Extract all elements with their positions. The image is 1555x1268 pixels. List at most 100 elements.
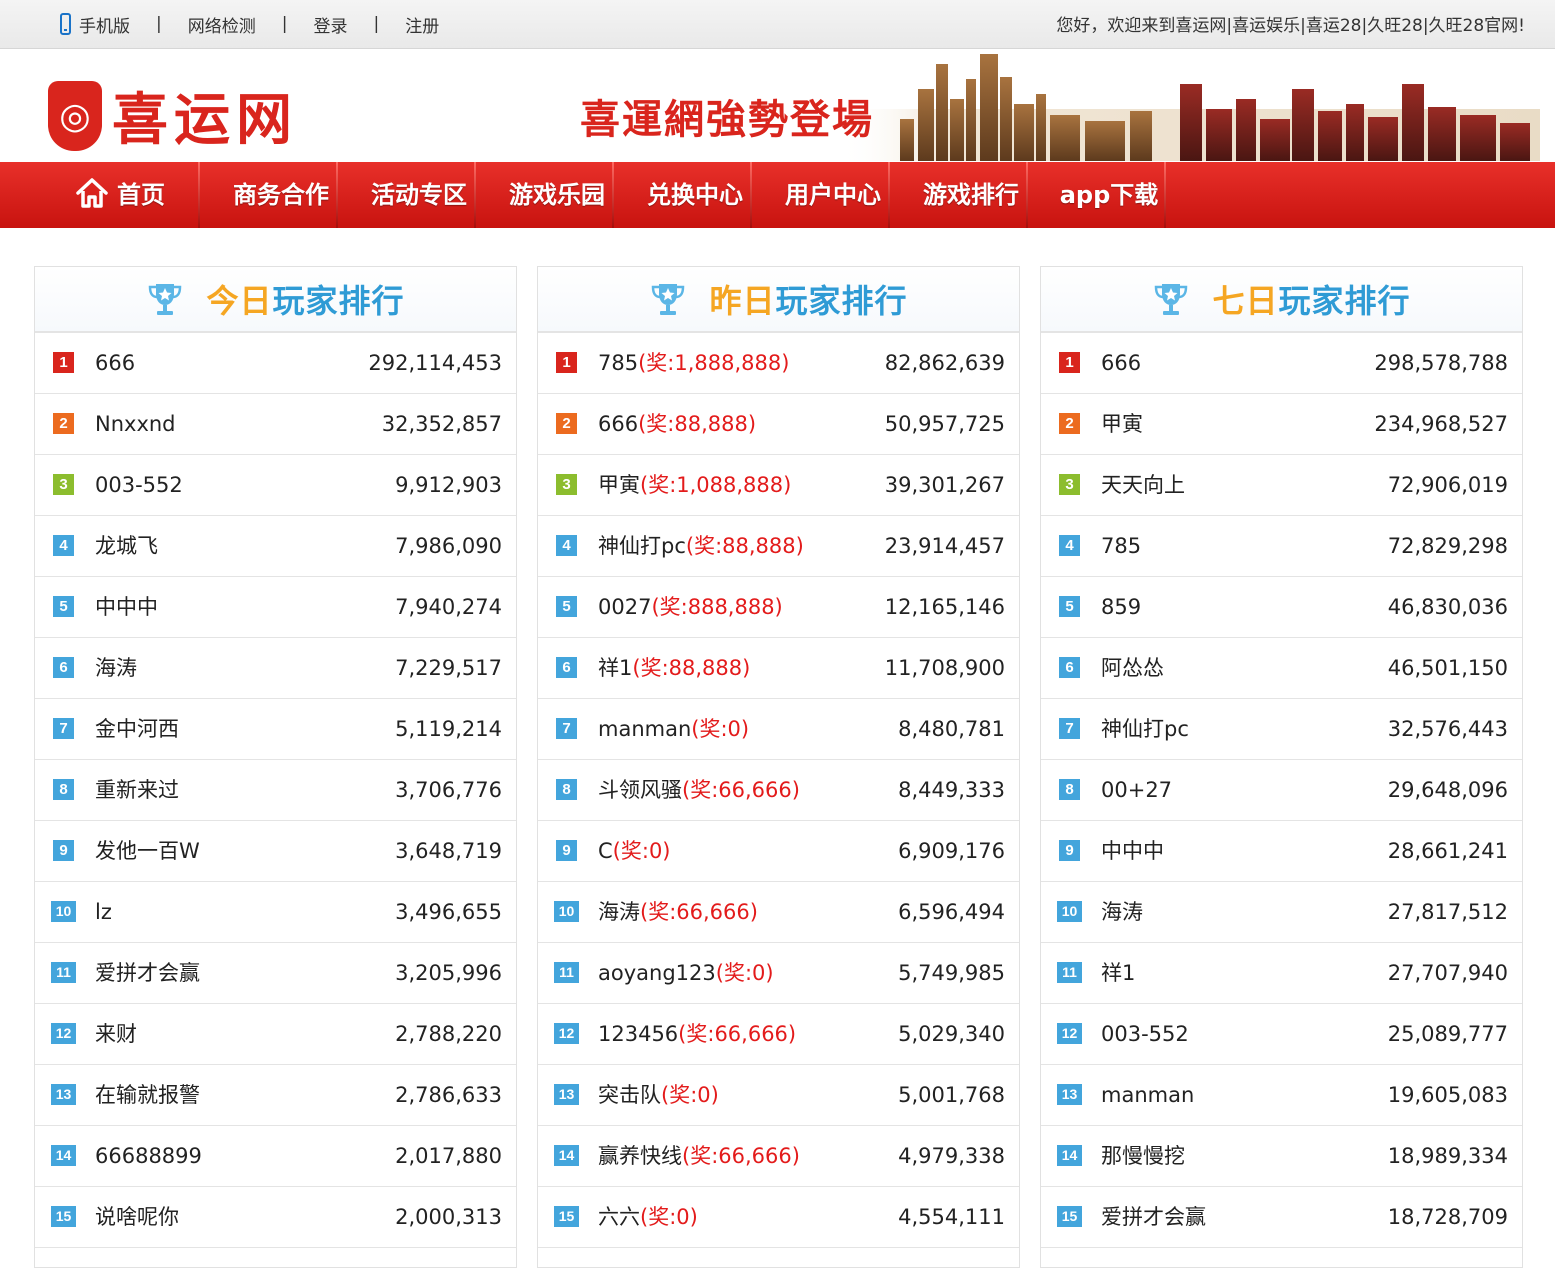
player-name: 66688899 <box>95 1144 202 1168</box>
player-name-cell: 祥1 <box>1101 943 1135 1003</box>
player-name-cell: 爱拼才会赢 <box>1101 1187 1206 1247</box>
panel-title: 七日玩家排行 <box>1212 276 1410 322</box>
nav-home-label: 首页 <box>117 181 165 209</box>
player-name-cell: 666 <box>95 333 135 393</box>
panel-title-period: 七日 <box>1212 282 1279 320</box>
ranking-row: 5 0027(奖:888,888) 12,165,146 <box>538 577 1019 638</box>
player-prize: (奖:888,888) <box>651 595 783 619</box>
nav-exchange[interactable]: 兑换中心 <box>626 162 764 228</box>
player-name: 859 <box>1101 595 1142 619</box>
player-score: 2,017,880 <box>395 1144 502 1168</box>
rank-badge: 9 <box>1059 840 1080 861</box>
rank-badge: 5 <box>1059 596 1080 617</box>
nav-games[interactable]: 游戏乐园 <box>488 162 626 228</box>
player-prize: (奖:66,666) <box>682 778 800 802</box>
nav-app-download[interactable]: app下载 <box>1040 162 1178 228</box>
player-name-cell: 123456(奖:66,666) <box>598 1004 796 1064</box>
nav-home[interactable]: 首页 <box>60 162 180 228</box>
ranking-row: 9 C(奖:0) 6,909,176 <box>538 821 1019 882</box>
player-score: 27,817,512 <box>1387 900 1508 924</box>
nav-user-center[interactable]: 用户中心 <box>764 162 902 228</box>
rank-badge: 10 <box>554 901 579 922</box>
player-name: 0027 <box>598 595 652 619</box>
player-score: 9,912,903 <box>395 473 502 497</box>
player-name: 在输就报警 <box>95 1083 200 1107</box>
player-score: 3,706,776 <box>395 778 502 802</box>
player-name-cell: 785(奖:1,888,888) <box>598 333 789 393</box>
mobile-version-link[interactable]: 手机版 <box>79 12 130 37</box>
panel-header: 今日玩家排行 <box>35 267 516 333</box>
player-name: 神仙打pc <box>598 534 686 558</box>
login-link[interactable]: 登录 <box>313 12 347 37</box>
nav-rankings[interactable]: 游戏排行 <box>902 162 1040 228</box>
rank-badge: 7 <box>53 718 74 739</box>
player-prize: (奖:88,888) <box>638 412 757 436</box>
player-prize: (奖:0) <box>640 1205 698 1229</box>
player-score: 3,496,655 <box>395 900 502 924</box>
player-score: 8,480,781 <box>898 717 1005 741</box>
player-prize: (奖:66,666) <box>640 900 758 924</box>
player-name: 海涛 <box>1101 900 1143 924</box>
ranking-row: 2 666(奖:88,888) 50,957,725 <box>538 394 1019 455</box>
trophy-icon <box>149 284 182 315</box>
ranking-row: 3 甲寅(奖:1,088,888) 39,301,267 <box>538 455 1019 516</box>
player-name-cell: 说啥呢你 <box>95 1187 179 1247</box>
ranking-row: 11 爱拼才会赢 3,205,996 <box>35 943 516 1004</box>
nav-business[interactable]: 商务合作 <box>212 162 350 228</box>
rank-badge: 10 <box>51 901 76 922</box>
register-link[interactable]: 注册 <box>405 12 439 37</box>
ranking-row: 13 manman 19,605,083 <box>1041 1065 1522 1126</box>
player-score: 4,979,338 <box>898 1144 1005 1168</box>
ranking-panel-today: 今日玩家排行 1 666 292,114,453 2 Nnxxnd 32,352,857 3 0… <box>34 266 517 1268</box>
ranking-row: 5 中中中 7,940,274 <box>35 577 516 638</box>
panel-header: 昨日玩家排行 <box>538 267 1019 333</box>
ranking-row: 1 666 292,114,453 <box>35 333 516 394</box>
ranking-row: 13 在输就报警 2,786,633 <box>35 1065 516 1126</box>
player-score: 12,165,146 <box>884 595 1005 619</box>
player-name-cell: 祥1(奖:88,888) <box>598 638 750 698</box>
rank-badge: 2 <box>1059 413 1080 434</box>
player-name-cell: 003-552 <box>1101 1004 1189 1064</box>
rank-badge: 4 <box>1059 535 1080 556</box>
player-name: 甲寅 <box>598 473 640 497</box>
ranking-row: 15 六六(奖:0) 4,554,111 <box>538 1187 1019 1248</box>
player-prize: (奖:0) <box>661 1083 719 1107</box>
ranking-row: 3 003-552 9,912,903 <box>35 455 516 516</box>
ranking-row: 6 祥1(奖:88,888) 11,708,900 <box>538 638 1019 699</box>
player-name-cell: 重新来过 <box>95 760 179 820</box>
player-name: 666 <box>598 412 639 436</box>
player-name: 来财 <box>95 1022 137 1046</box>
rank-badge: 14 <box>1057 1145 1082 1166</box>
player-name-cell: 突击队(奖:0) <box>598 1065 719 1125</box>
ranking-row: 10 海涛(奖:66,666) 6,596,494 <box>538 882 1019 943</box>
player-name: 金中河西 <box>95 717 179 741</box>
player-name-cell: 龙城飞 <box>95 516 158 576</box>
player-score: 39,301,267 <box>884 473 1005 497</box>
rank-badge: 14 <box>51 1145 76 1166</box>
player-name-cell: 666 <box>1101 333 1141 393</box>
player-score: 234,968,527 <box>1374 412 1508 436</box>
site-logo[interactable]: ◎ 喜运网 <box>48 75 298 156</box>
panel-title-period: 昨日 <box>709 282 776 320</box>
panel-title-period: 今日 <box>206 282 273 320</box>
player-name-cell: 来财 <box>95 1004 137 1064</box>
rank-badge: 5 <box>53 596 74 617</box>
header-slogan: 喜運網強勢登場 <box>580 96 874 143</box>
rank-badge: 4 <box>53 535 74 556</box>
welcome-text: 您好，欢迎来到喜运网|喜运娱乐|喜运28|久旺28|久旺28官网! <box>1056 16 1525 36</box>
player-name-cell: 海涛 <box>1101 882 1143 942</box>
ranking-row: 11 aoyang123(奖:0) 5,749,985 <box>538 943 1019 1004</box>
player-name-cell: 爱拼才会赢 <box>95 943 200 1003</box>
ranking-row: 8 重新来过 3,706,776 <box>35 760 516 821</box>
nav-activities[interactable]: 活动专区 <box>350 162 488 228</box>
logo-emblem-icon: ◎ <box>48 80 102 151</box>
player-name-cell: 00+27 <box>1101 760 1172 820</box>
network-check-link[interactable]: 网络检测 <box>188 12 256 37</box>
player-name: 海涛 <box>598 900 640 924</box>
player-name-cell: 那慢慢挖 <box>1101 1126 1185 1186</box>
ranking-row: 2 Nnxxnd 32,352,857 <box>35 394 516 455</box>
player-prize: (奖:66,666) <box>678 1022 797 1046</box>
rank-badge: 12 <box>51 1023 76 1044</box>
player-name-cell: 六六(奖:0) <box>598 1187 698 1247</box>
player-name-cell: 0027(奖:888,888) <box>598 577 783 637</box>
